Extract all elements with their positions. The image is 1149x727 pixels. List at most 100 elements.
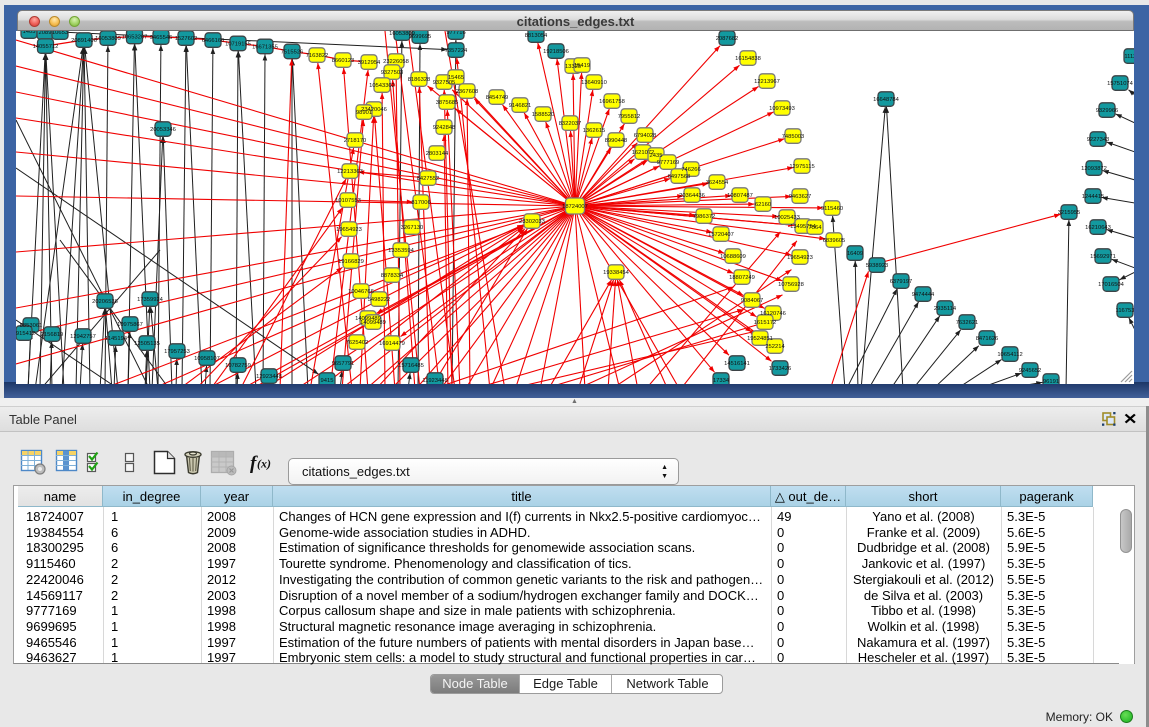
- svg-text:13353594: 13353594: [388, 248, 415, 254]
- svg-text:8427552: 8427552: [417, 176, 440, 182]
- svg-text:7625402: 7625402: [346, 340, 369, 346]
- svg-text:8322037: 8322037: [559, 121, 582, 127]
- svg-text:3915412: 3915412: [16, 331, 35, 337]
- svg-text:1405: 1405: [23, 31, 36, 35]
- svg-text:7485003: 7485003: [782, 134, 805, 140]
- svg-text:18724007: 18724007: [562, 204, 588, 210]
- svg-text:1244415: 1244415: [1082, 194, 1105, 200]
- svg-text:5498222: 5498222: [368, 297, 391, 303]
- svg-text:14099489: 14099489: [360, 320, 386, 326]
- svg-text:8660123: 8660123: [332, 58, 355, 64]
- svg-text:10654112: 10654112: [997, 352, 1022, 358]
- svg-text:14516141: 14516141: [724, 361, 750, 367]
- svg-text:9699695: 9699695: [409, 34, 432, 40]
- svg-text:12505135: 12505135: [134, 341, 160, 347]
- svg-text:1588520: 1588520: [532, 112, 555, 118]
- svg-text:10975867: 10975867: [117, 322, 143, 328]
- svg-text:1145194: 1145194: [105, 336, 128, 342]
- svg-text:12213363: 12213363: [337, 169, 363, 175]
- svg-text:3624554: 3624554: [706, 180, 729, 186]
- svg-text:10782759: 10782759: [225, 363, 251, 369]
- svg-text:6839605: 6839605: [823, 238, 846, 244]
- svg-text:9777169: 9777169: [657, 160, 680, 166]
- svg-text:14055712: 14055712: [33, 44, 59, 50]
- svg-text:9474444: 9474444: [912, 292, 935, 298]
- svg-text:2803144: 2803144: [426, 151, 449, 157]
- svg-text:18807249: 18807249: [729, 275, 755, 281]
- svg-text:10653267: 10653267: [122, 34, 148, 40]
- svg-text:8186328: 8186328: [408, 77, 431, 83]
- svg-text:252214: 252214: [765, 344, 785, 350]
- svg-text:2367608: 2367608: [456, 89, 479, 95]
- svg-text:16210643: 16210643: [1085, 225, 1111, 231]
- svg-text:2087682: 2087682: [716, 36, 739, 42]
- svg-text:17334: 17334: [713, 378, 730, 384]
- svg-text:7632621: 7632621: [956, 320, 979, 326]
- svg-text:16671355: 16671355: [252, 44, 278, 50]
- svg-text:15419: 15419: [574, 63, 590, 69]
- svg-text:20206536: 20206536: [92, 299, 118, 305]
- svg-text:16120746: 16120746: [760, 311, 786, 317]
- svg-text:12213967: 12213967: [754, 79, 780, 85]
- svg-text:20891406: 20891406: [71, 38, 97, 44]
- svg-text:7163822: 7163822: [306, 53, 329, 59]
- svg-text:16154838: 16154838: [735, 56, 761, 62]
- svg-text:96191: 96191: [1043, 379, 1059, 384]
- svg-text:3267130: 3267130: [401, 225, 424, 231]
- svg-text:16961758: 16961758: [599, 99, 625, 105]
- svg-text:12923448: 12923448: [256, 374, 282, 380]
- svg-text:8471626: 8471626: [976, 336, 999, 342]
- svg-text:19654923: 19654923: [336, 227, 362, 233]
- svg-text:9327503: 9327503: [381, 70, 404, 76]
- svg-text:1733426: 1733426: [769, 366, 792, 372]
- svg-text:17016504: 17016504: [1098, 282, 1125, 288]
- svg-text:7515526: 7515526: [281, 49, 304, 55]
- svg-text:16053809: 16053809: [95, 36, 121, 42]
- svg-text:15720407: 15720407: [708, 232, 734, 238]
- svg-text:8853061: 8853061: [20, 323, 43, 329]
- svg-text:8990448: 8990448: [605, 138, 628, 144]
- svg-text:11923448: 11923448: [422, 378, 447, 384]
- svg-text:3215955: 3215955: [1058, 210, 1081, 216]
- svg-text:17957253: 17957253: [164, 349, 190, 355]
- svg-text:2435: 2435: [650, 153, 663, 159]
- svg-text:2156819: 2156819: [41, 332, 64, 338]
- svg-text:9657791: 9657791: [332, 361, 355, 367]
- svg-text:9115460: 9115460: [821, 206, 843, 212]
- svg-text:17359924: 17359924: [137, 297, 164, 303]
- svg-text:9245652: 9245652: [1019, 368, 1042, 374]
- svg-text:7986372: 7986372: [693, 214, 716, 220]
- svg-text:1615172: 1615172: [754, 320, 777, 326]
- svg-text:15465: 15465: [448, 75, 464, 81]
- svg-text:16409: 16409: [847, 251, 863, 257]
- svg-text:9463627: 9463627: [789, 194, 812, 200]
- svg-text:15751074: 15751074: [1107, 81, 1134, 87]
- svg-text:10719155: 10719155: [225, 41, 251, 47]
- svg-text:817006: 817006: [411, 200, 430, 206]
- svg-text:10688609: 10688609: [720, 254, 746, 260]
- svg-text:9242848: 9242848: [433, 125, 456, 131]
- svg-text:1362615: 1362615: [583, 128, 606, 134]
- svg-text:977716: 977716: [446, 31, 465, 36]
- svg-text:9146821: 9146821: [509, 103, 532, 109]
- svg-text:8813054: 8813054: [525, 33, 548, 39]
- svg-text:9227343: 9227343: [1087, 137, 1110, 143]
- svg-text:23226058: 23226058: [383, 59, 409, 65]
- svg-text:16648784: 16648784: [873, 97, 900, 103]
- svg-text:11123: 11123: [1124, 54, 1134, 60]
- svg-text:23302033: 23302033: [519, 219, 545, 225]
- svg-text:13640910: 13640910: [581, 80, 607, 86]
- svg-text:19338454: 19338454: [603, 270, 630, 276]
- svg-text:98901: 98901: [356, 110, 372, 116]
- svg-text:19654923: 19654923: [787, 255, 813, 261]
- svg-text:1527602: 1527602: [175, 36, 198, 42]
- svg-text:10025433: 10025433: [774, 215, 800, 221]
- svg-text:10807487: 10807487: [727, 193, 753, 199]
- svg-text:7357224: 7357224: [445, 48, 468, 54]
- svg-text:10543362: 10543362: [369, 83, 395, 89]
- svg-text:7955812: 7955812: [618, 114, 641, 120]
- svg-text:12093872: 12093872: [1081, 166, 1107, 172]
- svg-text:9329966: 9329966: [1096, 108, 1119, 114]
- svg-text:746266: 746266: [681, 167, 700, 173]
- svg-text:19524851: 19524851: [747, 336, 773, 342]
